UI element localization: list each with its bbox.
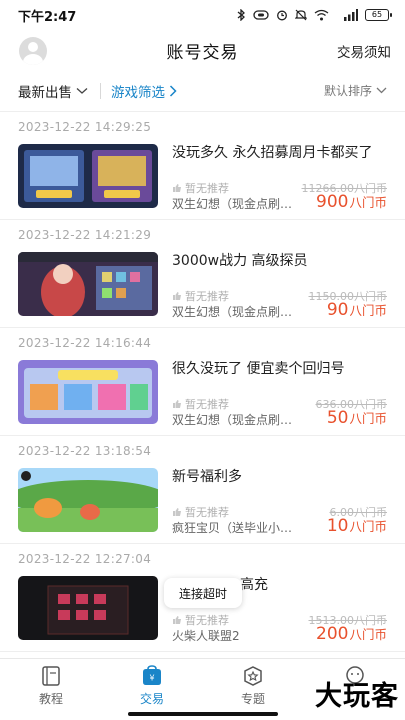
recommend-label: 暂无推荐 <box>185 398 229 411</box>
recommend-label: 暂无推荐 <box>185 506 229 519</box>
listing-item[interactable]: 2023-12-22 14:16:44 很久没玩了 便宜卖个回归号 暂无推荐 双… <box>0 328 405 436</box>
tab-label: 交易 <box>139 692 164 706</box>
recommend-status: 暂无推荐 <box>172 612 229 628</box>
home-indicator[interactable] <box>128 712 278 716</box>
chevron-down-icon <box>376 87 387 94</box>
price-value: 90 <box>326 300 349 320</box>
listing-thumbnail <box>18 360 158 424</box>
filter-divider <box>100 82 101 99</box>
tab-trade[interactable]: ¥ 交易 <box>117 665 187 707</box>
game-filter-label: 游戏筛选 <box>111 84 165 101</box>
listing-title: 很久没玩了 便宜卖个回归号 <box>172 361 345 377</box>
listing-title: 新号福利多 <box>172 469 242 485</box>
listing-item[interactable]: 2023-12-22 14:21:29 3000w战力 高级探员 暂无推荐 双生… <box>0 220 405 328</box>
wifi-icon <box>314 9 329 21</box>
listing-date: 2023-12-22 13:18:54 <box>18 444 152 458</box>
book-icon <box>42 666 60 686</box>
trade-notice-link[interactable]: 交易须知 <box>337 41 391 61</box>
recommend-status: 暂无推荐 <box>172 396 229 412</box>
latest-sale-dropdown[interactable]: 最新出售 <box>18 81 88 101</box>
watermark-logo: 大玩客 <box>315 681 399 712</box>
listing-date: 2023-12-22 14:16:44 <box>18 336 152 350</box>
price-value: 900 <box>316 192 349 212</box>
thumbs-up-icon <box>173 184 181 192</box>
listing-item[interactable]: 2023-12-22 14:29:25 没玩多久 永久招募周月卡都买了 暂无推荐… <box>0 112 405 220</box>
sort-dropdown[interactable]: 默认排序 <box>324 82 387 99</box>
listing-game: 双生幻想（现金点刷… <box>172 197 293 211</box>
recommend-label: 暂无推荐 <box>185 614 229 627</box>
listing-title: 高充 <box>240 577 268 593</box>
app-header: 账号交易 交易须知 <box>0 30 405 70</box>
thumbs-up-icon <box>173 400 181 408</box>
latest-sale-label: 最新出售 <box>18 84 72 101</box>
star-badge-icon <box>244 666 262 686</box>
signal-icon <box>344 9 358 21</box>
recommend-status: 暂无推荐 <box>172 288 229 304</box>
bluetooth-icon <box>237 9 245 21</box>
price-unit: 八门币 <box>349 303 387 318</box>
price-unit: 八门币 <box>349 195 387 210</box>
sale-price: 90 八门币 <box>327 300 387 320</box>
mute-icon <box>295 9 307 21</box>
status-bar: 下午2:47 65 <box>0 0 405 30</box>
sale-price: 50 八门币 <box>327 408 387 428</box>
recommend-status: 暂无推荐 <box>172 504 229 520</box>
page-title: 账号交易 <box>166 42 239 63</box>
listing-thumbnail <box>18 576 158 640</box>
price-unit: 八门币 <box>349 519 387 534</box>
thumbs-up-icon <box>173 292 181 300</box>
svg-text:¥: ¥ <box>149 674 154 683</box>
battery-icon: 65 <box>365 9 392 21</box>
price-value: 50 <box>326 408 349 428</box>
chevron-down-icon <box>76 87 88 94</box>
listing-date: 2023-12-22 14:21:29 <box>18 228 152 242</box>
avatar-head <box>28 42 38 52</box>
listing-thumbnail <box>18 252 158 316</box>
listing-game: 双生幻想（现金点刷… <box>172 413 293 427</box>
alarm-icon <box>277 10 287 21</box>
listing-game: 疯狂宝贝（送毕业小… <box>172 521 293 535</box>
recommend-label: 暂无推荐 <box>185 182 229 195</box>
recommend-label: 暂无推荐 <box>185 290 229 303</box>
avatar[interactable] <box>19 37 47 65</box>
sort-label: 默认排序 <box>323 84 372 98</box>
price-unit: 八门币 <box>349 411 387 426</box>
thumbs-up-icon <box>173 508 181 516</box>
sale-price: 200 八门币 <box>316 624 387 644</box>
status-time: 下午2:47 <box>18 9 77 25</box>
tab-label: 教程 <box>38 692 63 706</box>
listing-title: 没玩多久 永久招募周月卡都买了 <box>172 145 373 161</box>
avatar-body <box>23 54 43 65</box>
filter-bar: 最新出售 游戏筛选 默认排序 <box>0 70 405 112</box>
listing-game: 双生幻想（现金点刷… <box>172 305 293 319</box>
thumbs-up-icon <box>173 616 181 624</box>
tab-topics[interactable]: 专题 <box>218 665 288 707</box>
listing-feed[interactable]: 2023-12-22 14:29:25 没玩多久 永久招募周月卡都买了 暂无推荐… <box>0 112 405 658</box>
sale-price: 900 八门币 <box>316 192 387 212</box>
sale-price: 10 八门币 <box>327 516 387 536</box>
trade-bag-icon: ¥ <box>143 665 161 685</box>
listing-date: 2023-12-22 12:27:04 <box>18 552 152 566</box>
tab-label: 专题 <box>240 692 265 706</box>
toast-message: 连接超时 <box>164 578 242 608</box>
chevron-right-icon <box>169 84 177 97</box>
price-value: 10 <box>326 516 349 536</box>
price-unit: 八门币 <box>349 627 387 642</box>
listing-date: 2023-12-22 14:29:25 <box>18 120 152 134</box>
tab-tutorial[interactable]: 教程 <box>16 665 86 707</box>
game-filter-button[interactable]: 游戏筛选 <box>111 81 177 101</box>
listing-game: 火柴人联盟2 <box>172 629 240 643</box>
vibrate-icon <box>253 10 269 20</box>
listing-title: 3000w战力 高级探员 <box>172 253 308 269</box>
listing-thumbnail <box>18 144 158 208</box>
status-icons: 65 <box>236 9 392 21</box>
listing-thumbnail <box>18 468 158 532</box>
listing-item[interactable]: 2023-12-22 13:18:54 新号福利多 暂无推荐 疯狂宝贝（送毕业小… <box>0 436 405 544</box>
recommend-status: 暂无推荐 <box>172 180 229 196</box>
price-value: 200 <box>316 624 349 644</box>
